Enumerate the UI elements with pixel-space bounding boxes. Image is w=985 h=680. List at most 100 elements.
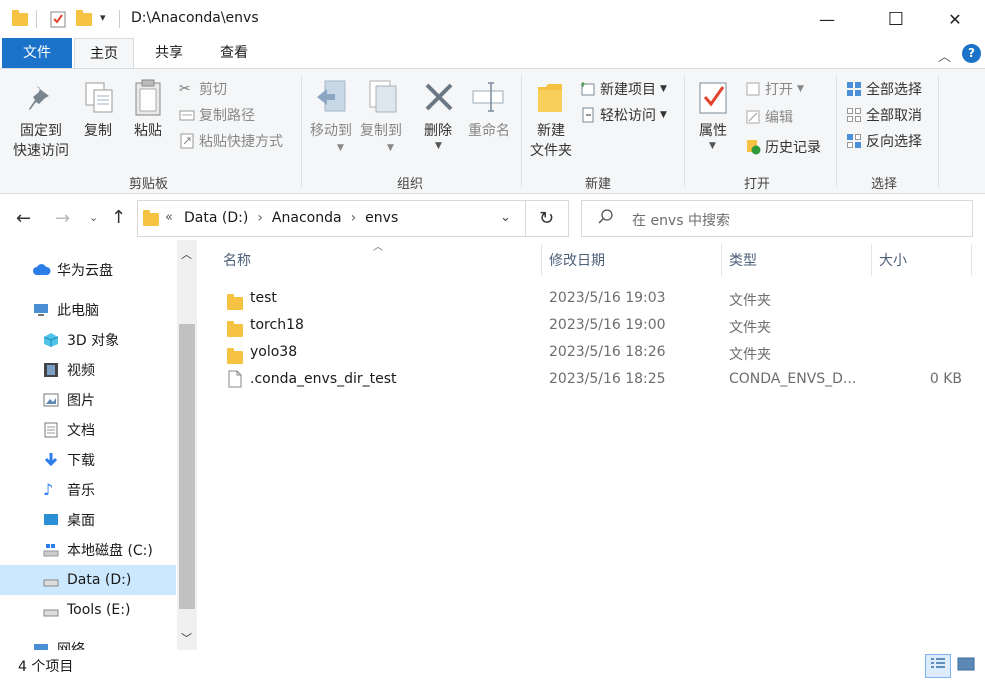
copy-button[interactable]: 复制: [78, 121, 118, 141]
column-divider[interactable]: [541, 244, 542, 276]
nav-item-network[interactable]: 网络: [0, 634, 176, 650]
easy-access-label: 轻松访问: [600, 108, 656, 124]
move-to-button[interactable]: 移动到: [304, 121, 358, 141]
new-item-icon: [580, 81, 596, 97]
tab-file[interactable]: 文件: [2, 38, 72, 68]
nav-item-pictures[interactable]: 图片: [0, 385, 176, 415]
pin-label-line1: 固定到: [20, 123, 62, 139]
recent-locations-chevron-icon[interactable]: ⌄: [89, 211, 98, 224]
properties-icon: [699, 79, 729, 119]
pin-to-quick-access-button[interactable]: 固定到 快速访问: [6, 121, 76, 161]
help-icon[interactable]: ?: [962, 44, 981, 63]
file-row[interactable]: test 2023/5/16 19:03 文件夹: [215, 286, 975, 313]
back-arrow-icon[interactable]: ←: [16, 208, 31, 229]
rename-icon: [471, 81, 507, 117]
group-separator: [521, 75, 522, 187]
nav-item-music[interactable]: ♪ 音乐: [0, 475, 176, 505]
refresh-button[interactable]: ↻: [525, 200, 569, 237]
3d-icon: [43, 332, 59, 348]
copy-to-icon: [366, 79, 400, 119]
cut-label: 剪切: [199, 82, 227, 98]
nav-label: 图片: [67, 393, 95, 409]
nav-scrollbar[interactable]: ︿ ﹀: [177, 240, 197, 650]
copy-icon: [84, 81, 114, 119]
scissors-icon: ✂: [179, 81, 191, 97]
nav-item-videos[interactable]: 视频: [0, 355, 176, 385]
column-header-modified[interactable]: 修改日期: [549, 240, 605, 278]
details-view-button[interactable]: [925, 654, 951, 678]
breadcrumb-anaconda[interactable]: Anaconda: [272, 210, 342, 226]
nav-item-3d-objects[interactable]: 3D 对象: [0, 325, 176, 355]
column-header-size[interactable]: 大小: [879, 240, 907, 278]
column-divider[interactable]: [871, 244, 872, 276]
copy-to-button[interactable]: 复制到: [354, 121, 408, 141]
new-folder-quick-icon[interactable]: [76, 10, 92, 28]
properties-check-icon[interactable]: [50, 10, 66, 28]
tab-share[interactable]: 共享: [140, 38, 198, 68]
file-row[interactable]: .conda_envs_dir_test 2023/5/16 18:25 CON…: [215, 367, 975, 394]
maximize-button[interactable]: ☐: [873, 0, 919, 38]
nav-label: 下载: [67, 453, 95, 469]
scroll-down-icon[interactable]: ﹀: [181, 630, 192, 646]
edit-button[interactable]: 编辑: [745, 107, 793, 127]
rename-button[interactable]: 重命名: [464, 121, 514, 141]
history-button[interactable]: 历史记录: [745, 137, 821, 157]
file-row[interactable]: torch18 2023/5/16 19:00 文件夹: [215, 313, 975, 340]
breadcrumb-data-d[interactable]: Data (D:): [184, 210, 248, 226]
properties-button[interactable]: 属性: [692, 121, 734, 141]
column-header-type[interactable]: 类型: [729, 240, 757, 278]
paste-shortcut-button[interactable]: 粘贴快捷方式: [179, 131, 283, 151]
column-header-name[interactable]: 名称: [223, 240, 251, 278]
nav-item-documents[interactable]: 文档: [0, 415, 176, 445]
column-divider[interactable]: [721, 244, 722, 276]
new-group-label: 新建: [585, 177, 612, 192]
select-none-button[interactable]: 全部取消: [846, 105, 922, 125]
close-button[interactable]: ✕: [932, 0, 978, 38]
cut-button[interactable]: ✂ 剪切: [179, 79, 227, 99]
select-all-button[interactable]: 全部选择: [846, 79, 922, 99]
tab-home[interactable]: 主页: [74, 38, 134, 69]
nav-item-data-d[interactable]: Data (D:): [0, 565, 176, 595]
edit-label: 编辑: [765, 110, 793, 126]
nav-item-downloads[interactable]: 下载: [0, 445, 176, 475]
column-divider[interactable]: [971, 244, 972, 276]
paste-button[interactable]: 粘贴: [128, 121, 168, 141]
group-separator: [938, 75, 939, 187]
delete-button[interactable]: 删除: [418, 121, 458, 141]
new-item-button[interactable]: 新建项目 ▼: [580, 79, 667, 99]
nav-item-tools-e[interactable]: Tools (E:): [0, 595, 176, 625]
breadcrumb-envs[interactable]: envs: [365, 210, 398, 226]
file-row[interactable]: yolo38 2023/5/16 18:26 文件夹: [215, 340, 975, 367]
delete-dropdown-icon[interactable]: ▼: [435, 141, 442, 151]
new-folder-button[interactable]: 新建 文件夹: [526, 121, 576, 161]
easy-access-button[interactable]: 轻松访问 ▼: [580, 105, 667, 125]
breadcrumb-overflow[interactable]: «: [165, 210, 173, 225]
copy-path-button[interactable]: 复制路径: [179, 105, 255, 125]
collapse-ribbon-icon[interactable]: ︿: [938, 46, 951, 65]
minimize-button[interactable]: —: [804, 0, 850, 38]
forward-arrow-icon[interactable]: →: [55, 208, 70, 229]
new-item-dropdown-icon: ▼: [660, 84, 667, 94]
properties-dropdown-icon[interactable]: ▼: [709, 141, 716, 151]
history-icon: [745, 139, 761, 155]
nav-item-desktop[interactable]: 桌面: [0, 505, 176, 535]
open-button[interactable]: 打开 ▼: [745, 79, 804, 99]
address-bar[interactable]: « Data (D:) › Anaconda › envs ⌄: [137, 200, 526, 237]
quick-access-dropdown-icon[interactable]: ▾: [100, 11, 106, 29]
search-input[interactable]: 在 envs 中搜索: [581, 200, 973, 237]
nav-item-huawei-cloud[interactable]: 华为云盘: [0, 255, 176, 285]
breadcrumb-chevron-icon[interactable]: ›: [351, 210, 357, 226]
tab-view[interactable]: 查看: [205, 38, 263, 68]
address-dropdown-icon[interactable]: ⌄: [500, 210, 511, 225]
nav-item-drive-c[interactable]: 本地磁盘 (C:): [0, 535, 176, 565]
nav-item-this-pc[interactable]: 此电脑: [0, 295, 176, 325]
invert-selection-button[interactable]: 反向选择: [846, 131, 922, 151]
large-icons-view-button[interactable]: [955, 656, 977, 676]
scroll-thumb[interactable]: [179, 324, 195, 609]
breadcrumb-chevron-icon[interactable]: ›: [257, 210, 263, 226]
nav-label: 3D 对象: [67, 333, 120, 349]
invert-selection-label: 反向选择: [866, 134, 922, 150]
scroll-up-icon[interactable]: ︿: [181, 246, 192, 262]
history-label: 历史记录: [765, 140, 821, 156]
up-arrow-icon[interactable]: ↑: [111, 207, 126, 228]
